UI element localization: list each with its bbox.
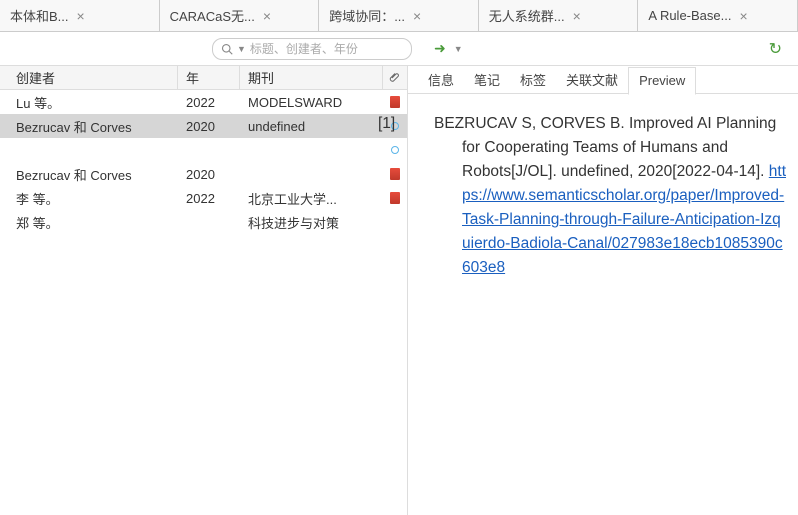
col-creator[interactable]: 创建者 <box>0 66 178 89</box>
close-icon[interactable]: × <box>573 8 581 24</box>
cell-creator: Bezrucav 和 Corves <box>0 165 178 184</box>
detail-tab-关联文献[interactable]: 关联文献 <box>556 66 628 94</box>
main-area: 创建者 年 期刊 Lu 等。2022MODELSWARDBezrucav 和 C… <box>0 66 798 515</box>
citation-number: [1] <box>406 112 434 136</box>
table-row[interactable] <box>0 138 407 162</box>
search-icon <box>221 43 233 55</box>
document-tabs-bar: 本体和B... × CARACaS无... × 跨域协同：... × 无人系统群… <box>0 0 798 32</box>
detail-tab-标签[interactable]: 标签 <box>510 66 556 94</box>
cell-attachment <box>383 168 407 180</box>
cell-creator: Lu 等。 <box>0 93 178 112</box>
cell-journal: 北京工业大学... <box>240 189 383 208</box>
cell-journal: MODELSWARD <box>240 95 383 110</box>
column-headers: 创建者 年 期刊 <box>0 66 407 90</box>
table-row[interactable]: 郑 等。 科技进步与对策 <box>0 210 407 234</box>
detail-tabs: 信息笔记标签关联文献Preview <box>408 66 798 94</box>
col-year[interactable]: 年 <box>178 66 240 89</box>
chevron-down-icon[interactable]: ▼ <box>454 44 463 54</box>
search-placeholder: 标题、创建者、年份 <box>250 40 403 57</box>
close-icon[interactable]: × <box>77 8 85 24</box>
tab-label: A Rule-Base... <box>648 8 731 23</box>
detail-tab-Preview[interactable]: Preview <box>628 67 696 95</box>
paperclip-icon <box>389 72 401 84</box>
tab-label: 跨域协同：... <box>329 6 405 25</box>
search-input[interactable]: ▼ 标题、创建者、年份 <box>212 38 412 60</box>
tab-label: CARACaS无... <box>170 6 255 25</box>
cell-creator: 李 等。 <box>0 189 178 208</box>
table-row[interactable]: 李 等。2022北京工业大学... <box>0 186 407 210</box>
close-icon[interactable]: × <box>263 8 271 24</box>
pdf-icon <box>390 168 400 180</box>
refresh-icon[interactable]: ↻ <box>769 39 782 59</box>
preview-panel: [1]BEZRUCAV S, CORVES B. Improved AI Pla… <box>408 94 798 280</box>
col-attachment[interactable] <box>383 66 407 89</box>
table-row[interactable]: Bezrucav 和 Corves2020 <box>0 162 407 186</box>
items-list-pane: 创建者 年 期刊 Lu 等。2022MODELSWARDBezrucav 和 C… <box>0 66 408 515</box>
chevron-down-icon[interactable]: ▼ <box>237 44 246 54</box>
detail-tab-信息[interactable]: 信息 <box>418 66 464 94</box>
doc-tab-3[interactable]: 无人系统群... × <box>479 0 639 31</box>
doc-tab-4[interactable]: A Rule-Base... × <box>638 0 798 31</box>
tab-label: 本体和B... <box>10 6 69 25</box>
items-rows: Lu 等。2022MODELSWARDBezrucav 和 Corves2020… <box>0 90 407 234</box>
table-row[interactable]: Lu 等。2022MODELSWARD <box>0 90 407 114</box>
toolbar: ▼ 标题、创建者、年份 ➜ ▼ ↻ <box>0 32 798 66</box>
cell-journal: 科技进步与对策 <box>240 213 383 232</box>
cell-creator: Bezrucav 和 Corves <box>0 117 178 136</box>
forward-arrow-icon[interactable]: ➜ <box>434 40 446 57</box>
pdf-icon <box>390 96 400 108</box>
snapshot-icon <box>391 146 399 154</box>
doc-tab-0[interactable]: 本体和B... × <box>0 0 160 31</box>
cell-attachment <box>383 192 407 204</box>
cell-year: 2022 <box>178 95 240 110</box>
citation-text: BEZRUCAV S, CORVES B. Improved AI Planni… <box>434 115 776 180</box>
cell-year: 2022 <box>178 191 240 206</box>
pdf-icon <box>390 192 400 204</box>
cell-creator: 郑 等。 <box>0 213 178 232</box>
cell-year: 2020 <box>178 167 240 182</box>
doc-tab-2[interactable]: 跨域协同：... × <box>319 0 479 31</box>
doc-tab-1[interactable]: CARACaS无... × <box>160 0 320 31</box>
tab-label: 无人系统群... <box>489 6 565 25</box>
close-icon[interactable]: × <box>413 8 421 24</box>
detail-tab-笔记[interactable]: 笔记 <box>464 66 510 94</box>
detail-pane: 信息笔记标签关联文献Preview [1]BEZRUCAV S, CORVES … <box>408 66 798 515</box>
cell-journal: undefined <box>240 119 383 134</box>
table-row[interactable]: Bezrucav 和 Corves2020undefined <box>0 114 407 138</box>
cell-attachment <box>383 146 407 154</box>
cell-attachment <box>383 96 407 108</box>
close-icon[interactable]: × <box>739 8 747 24</box>
col-journal[interactable]: 期刊 <box>240 66 383 89</box>
cell-year: 2020 <box>178 119 240 134</box>
